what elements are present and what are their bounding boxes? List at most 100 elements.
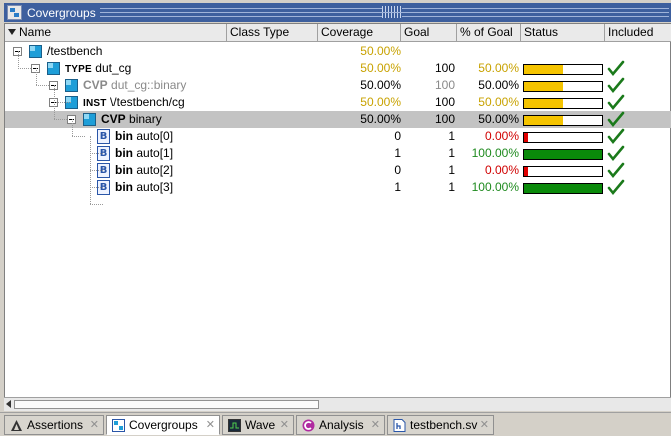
tree-row-bin[interactable]: Bbin auto[3] 1 1 100.00% [5,179,671,196]
row-keyword: bin [115,163,133,177]
tab-wave[interactable]: Wave ✕ [222,415,294,435]
coverage-value: 1 [394,180,401,194]
goal-value: 1 [448,146,455,160]
status-bar [523,98,603,109]
check-icon[interactable] [607,128,627,145]
wave-icon [228,419,241,432]
name-cell: Bbin auto[3] [5,179,227,196]
status-bar [523,149,603,160]
close-icon[interactable]: ✕ [280,416,289,434]
tree-row[interactable]: CVP binary 50.00% 100 50.00% [5,111,671,128]
close-icon[interactable]: ✕ [371,416,380,434]
status-bar-fill [524,133,528,142]
row-keyword: CVP [101,112,126,126]
covergroups-panel: Name Class Type Coverage Goal % of Goal … [4,23,671,411]
titlebar-drag-area[interactable] [99,6,670,18]
percent-of-goal-value: 50.00% [478,61,519,75]
check-icon[interactable] [607,145,627,162]
tab-covergroups-label: Covergroups [129,418,198,432]
row-label: TYPE dut_cg [65,60,131,78]
check-icon[interactable] [607,77,627,94]
window-title: Covergroups [27,5,96,20]
close-icon[interactable]: ✕ [480,416,489,434]
percent-of-goal-value: 50.00% [478,95,519,109]
name-cell: INST \/testbench/cg [5,94,227,111]
column-header: Name Class Type Coverage Goal % of Goal … [5,24,671,42]
row-keyword: bin [115,146,133,160]
tab-testbench-sv[interactable]: testbench.sv ✕ [387,415,494,435]
coverage-value: 50.00% [360,78,401,92]
status-bar [523,132,603,143]
name-cell: Bbin auto[1] [5,145,227,162]
covergroup-icon [112,419,125,432]
check-icon[interactable] [607,94,627,111]
tab-assertions[interactable]: Assertions ✕ [4,415,104,435]
check-icon[interactable] [607,162,627,179]
percent-of-goal-value: 50.00% [478,78,519,92]
tree-row[interactable]: TYPE dut_cg 50.00% 100 50.00% [5,60,671,77]
row-name: dut_cg::binary [111,78,187,92]
column-header-coverage[interactable]: Coverage [318,24,401,41]
sort-arrow-icon [8,29,16,35]
column-header-goal[interactable]: Goal [401,24,457,41]
row-label: CVP dut_cg::binary [83,77,186,94]
row-keyword: TYPE [65,64,92,75]
row-name: binary [129,112,162,126]
tree-row-bin[interactable]: Bbin auto[2] 0 1 0.00% [5,162,671,179]
tree-row-bin[interactable]: Bbin auto[1] 1 1 100.00% [5,145,671,162]
tree-row-bin[interactable]: Bbin auto[0] 0 1 0.00% [5,128,671,145]
tree-connector [90,187,103,188]
tab-analysis-label: Analysis [319,418,364,432]
horizontal-scrollbar[interactable] [4,397,671,411]
goal-value: 100 [434,112,455,126]
name-cell: CVP binary [5,111,227,128]
column-header-percent-of-goal[interactable]: % of Goal [457,24,521,41]
check-icon[interactable] [607,111,627,128]
goal-value: 1 [448,163,455,177]
close-icon[interactable]: ✕ [206,416,215,434]
row-name: /testbench [47,44,103,58]
column-header-name[interactable]: Name [5,24,227,41]
tree-connector [36,85,49,86]
check-icon[interactable] [607,60,627,77]
covergroup-cube-icon [65,79,78,92]
covergroups-window-icon [7,5,22,20]
tab-analysis[interactable]: Analysis ✕ [296,415,385,435]
row-keyword: INST [83,98,107,109]
tree-row[interactable]: CVP dut_cg::binary 50.00% 100 50.00% [5,77,671,94]
status-bar-fill [524,150,602,159]
window-titlebar[interactable]: Covergroups [4,3,671,22]
tree-row[interactable]: INST \/testbench/cg 50.00% 100 50.00% [5,94,671,111]
check-icon[interactable] [607,179,627,196]
status-bar [523,64,603,75]
column-header-class-type[interactable]: Class Type [227,24,318,41]
scroll-left-icon[interactable] [6,400,11,408]
tree-connector [18,68,31,69]
tree-connector [54,102,71,103]
row-keyword: CVP [83,78,108,92]
column-header-name-label: Name [19,25,52,39]
status-bar [523,115,603,126]
tree-connector [72,119,73,136]
tree-connector [72,136,85,137]
column-header-included[interactable]: Included [605,24,671,41]
status-bar [523,183,603,194]
goal-value: 1 [448,180,455,194]
scrollbar-thumb[interactable] [14,400,319,409]
row-label: bin auto[3] [115,179,173,196]
tab-covergroups[interactable]: Covergroups ✕ [106,415,220,435]
percent-of-goal-value: 50.00% [478,112,519,126]
row-label: bin auto[2] [115,162,173,179]
bin-icon: B [97,129,110,144]
column-header-status[interactable]: Status [521,24,605,41]
tab-assertions-label: Assertions [27,418,84,432]
name-cell: Bbin auto[2] [5,162,227,179]
status-bar-fill [524,116,563,125]
close-icon[interactable]: ✕ [90,416,99,434]
tree-row[interactable]: /testbench 50.00% [5,43,671,60]
titlebar-grip[interactable] [381,6,402,18]
row-name: auto[0] [136,129,174,143]
tab-wave-label: Wave [245,418,276,432]
row-label: bin auto[0] [115,128,173,145]
percent-of-goal-value: 100.00% [471,146,519,160]
